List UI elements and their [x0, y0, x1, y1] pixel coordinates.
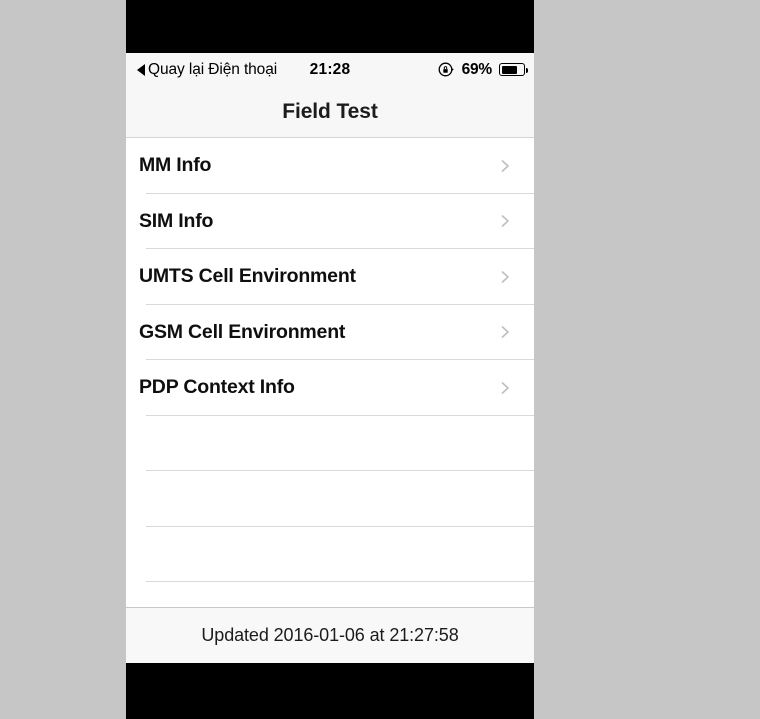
last-updated-label: Updated 2016-01-06 at 21:27:58	[201, 625, 459, 645]
chevron-right-icon	[499, 159, 512, 172]
status-indicators: 69%	[438, 60, 528, 79]
app-content: Quay lại Điện thoại 21:28 69% Field Test…	[126, 53, 534, 607]
page-title: Field Test	[282, 99, 378, 123]
status-bar: Quay lại Điện thoại 21:28 69%	[126, 53, 534, 86]
list-item[interactable]: GSM Cell Environment	[126, 304, 534, 360]
list-item-label: PDP Context Info	[139, 376, 295, 399]
list-item-empty	[126, 526, 534, 582]
navigation-bar: Field Test	[126, 86, 534, 138]
list-item-label: SIM Info	[139, 209, 214, 232]
chevron-right-icon	[499, 381, 512, 394]
chevron-right-icon	[499, 270, 512, 283]
chevron-right-icon	[499, 215, 512, 228]
list-item[interactable]: SIM Info	[126, 193, 534, 249]
rotation-lock-icon	[438, 62, 455, 77]
battery-fill	[501, 65, 518, 74]
footer-bar: Updated 2016-01-06 at 21:27:58	[126, 607, 534, 663]
list-item-empty	[126, 582, 534, 607]
list-item[interactable]: UMTS Cell Environment	[126, 249, 534, 305]
field-test-list: MM Info SIM Info UMTS Cell Environment GSM …	[126, 138, 534, 607]
list-item-label: GSM Cell Environment	[139, 320, 346, 343]
phone-screen: Quay lại Điện thoại 21:28 69% Field Test…	[126, 0, 534, 719]
list-item-empty	[126, 415, 534, 471]
top-black-bar	[126, 0, 534, 53]
chevron-right-icon	[499, 326, 512, 339]
battery-icon	[499, 63, 528, 76]
list-item-label: MM Info	[139, 154, 212, 177]
bottom-black-bar	[126, 663, 534, 719]
list-item-label: UMTS Cell Environment	[139, 265, 356, 288]
list-item[interactable]: PDP Context Info	[126, 360, 534, 416]
list-item[interactable]: MM Info	[126, 138, 534, 194]
list-item-empty	[126, 471, 534, 527]
battery-percent-label: 69%	[461, 60, 493, 78]
